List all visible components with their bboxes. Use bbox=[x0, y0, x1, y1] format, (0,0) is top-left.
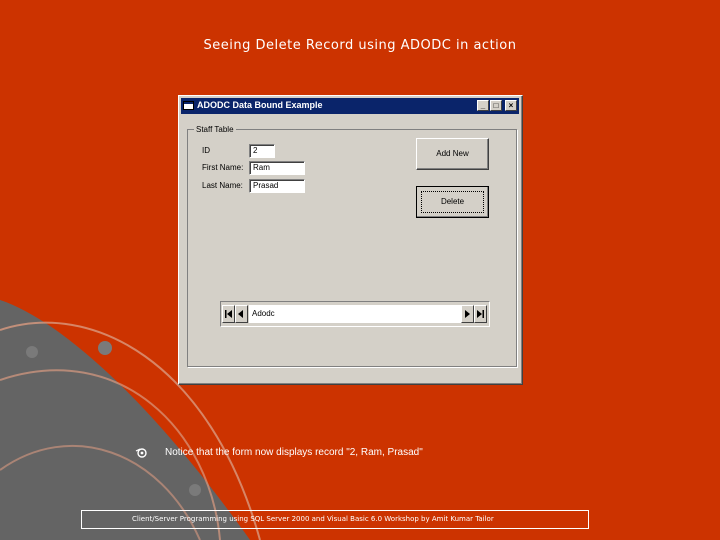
window-titlebar[interactable]: ADODC Data Bound Example _ □ × bbox=[181, 98, 519, 114]
adodc-control: Adodc bbox=[220, 301, 490, 327]
staff-table-label: Staff Table bbox=[194, 125, 236, 134]
bullet-icon bbox=[135, 448, 147, 458]
id-label: ID bbox=[202, 146, 210, 155]
id-field[interactable]: 2 bbox=[249, 144, 275, 158]
last-record-button[interactable] bbox=[474, 305, 487, 323]
next-record-icon bbox=[465, 310, 470, 318]
slide-title: Seeing Delete Record using ADODC in acti… bbox=[203, 38, 517, 53]
first-name-label: First Name: bbox=[202, 163, 244, 172]
window-title: ADODC Data Bound Example bbox=[197, 100, 323, 110]
previous-record-icon bbox=[238, 310, 243, 318]
first-record-icon bbox=[225, 310, 232, 318]
first-name-field[interactable]: Ram bbox=[249, 161, 305, 175]
delete-button-label: Delete bbox=[417, 187, 488, 217]
app-window-icon bbox=[183, 101, 194, 110]
previous-record-button[interactable] bbox=[235, 305, 248, 323]
close-button[interactable]: × bbox=[505, 100, 517, 111]
delete-button[interactable]: Delete bbox=[416, 186, 489, 218]
last-name-field[interactable]: Prasad bbox=[249, 179, 305, 193]
first-record-button[interactable] bbox=[222, 305, 235, 323]
minimize-button[interactable]: _ bbox=[477, 100, 489, 111]
maximize-button[interactable]: □ bbox=[490, 100, 502, 111]
last-name-label: Last Name: bbox=[202, 181, 243, 190]
adodc-form-window[interactable]: ADODC Data Bound Example _ □ × Staff Tab… bbox=[178, 95, 523, 385]
notice-text: Notice that the form now displays record… bbox=[165, 447, 423, 458]
adodc-caption: Adodc bbox=[249, 305, 461, 323]
last-record-icon bbox=[477, 310, 484, 318]
slide-footer: Client/Server Programming using SQL Serv… bbox=[81, 510, 589, 529]
add-new-button[interactable]: Add New bbox=[416, 138, 489, 170]
next-record-button[interactable] bbox=[461, 305, 474, 323]
